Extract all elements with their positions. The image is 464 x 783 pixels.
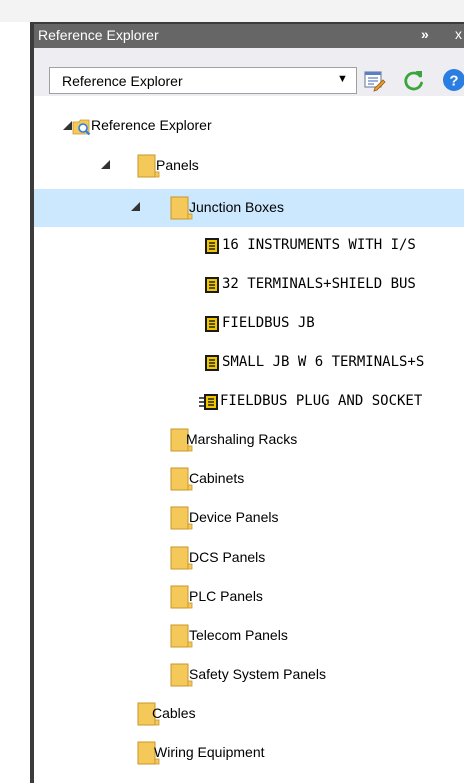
- tree-node-label: Reference Explorer: [91, 117, 212, 133]
- explorer-search-icon: [72, 119, 91, 136]
- tree-node-label: Telecom Panels: [189, 627, 288, 643]
- tree-node-label: 16 INSTRUMENTS WITH I/S: [222, 237, 416, 253]
- overflow-chevron-icon[interactable]: »: [421, 26, 429, 42]
- tree-node-label: SMALL JB W 6 TERMINALS+S: [222, 354, 425, 370]
- terminal-box-icon: [205, 238, 219, 254]
- expanded-arrow-icon[interactable]: [101, 160, 110, 169]
- tree-node-junction-boxes[interactable]: Junction Boxes: [34, 189, 464, 227]
- tree-node-panel-group[interactable]: Marshaling Racks: [34, 421, 464, 459]
- tree-node-jb-item[interactable]: 32 TERMINALS+SHIELD BUS: [34, 266, 464, 304]
- tree-node-panel-group[interactable]: Cabinets: [34, 460, 464, 498]
- toolbar: Reference Explorer ▼ ?: [34, 48, 464, 96]
- tree-node-label: FIELDBUS JB: [222, 315, 315, 331]
- tree-node-label: Safety System Panels: [189, 666, 326, 682]
- tree-node-jb-item[interactable]: SMALL JB W 6 TERMINALS+S: [34, 344, 464, 382]
- terminal-box-icon: [205, 316, 219, 332]
- expanded-arrow-icon[interactable]: [63, 121, 72, 130]
- help-icon[interactable]: ?: [440, 66, 464, 94]
- properties-icon[interactable]: [360, 66, 388, 94]
- close-icon[interactable]: x: [455, 26, 462, 42]
- view-select[interactable]: Reference Explorer ▼: [49, 67, 357, 94]
- tree-node-label: DCS Panels: [189, 549, 266, 565]
- tree-node-label: Device Panels: [189, 509, 279, 525]
- tree-node-label: Panels: [156, 157, 199, 173]
- tree-node-panel-group[interactable]: Telecom Panels: [34, 617, 464, 655]
- tree-node-label: Wiring Equipment: [154, 744, 265, 760]
- tree-node-panel-group[interactable]: DCS Panels: [34, 539, 464, 577]
- svg-text:?: ?: [449, 73, 458, 90]
- tree-node-jb-item[interactable]: 16 INSTRUMENTS WITH I/S: [34, 227, 464, 265]
- panel-title: Reference Explorer: [38, 27, 159, 43]
- terminal-box-icon: [205, 355, 219, 371]
- expanded-arrow-icon[interactable]: [131, 202, 140, 211]
- tree-node-label: Cabinets: [189, 470, 245, 486]
- tree-node-panels[interactable]: Panels: [34, 147, 464, 185]
- tree-node-label: Junction Boxes: [189, 199, 284, 215]
- tree-node-reference-explorer[interactable]: Reference Explorer: [34, 108, 464, 146]
- tree-node-jb-item[interactable]: FIELDBUS JB: [34, 305, 464, 343]
- refresh-icon[interactable]: [400, 66, 428, 94]
- tree-node-label: Marshaling Racks: [186, 431, 298, 447]
- tree-node-panel-group[interactable]: Device Panels: [34, 499, 464, 537]
- tree-node-cables[interactable]: Cables: [34, 695, 464, 733]
- panel-title-bar[interactable]: Reference Explorer » x: [34, 24, 464, 48]
- tree-node-wiring-equipment[interactable]: Wiring Equipment: [34, 734, 464, 772]
- tree-node-label: 32 TERMINALS+SHIELD BUS: [222, 276, 416, 292]
- tree-node-label: PLC Panels: [189, 588, 263, 604]
- tree-node-panel-group[interactable]: Safety System Panels: [34, 656, 464, 694]
- view-select-value: Reference Explorer: [62, 73, 183, 89]
- tree-node-label: Cables: [152, 705, 196, 721]
- window-top-strip: [0, 0, 464, 22]
- dropdown-arrow-icon[interactable]: ▼: [337, 73, 348, 85]
- tree-node-panel-group[interactable]: PLC Panels: [34, 578, 464, 616]
- terminal-box-icon: [205, 277, 219, 293]
